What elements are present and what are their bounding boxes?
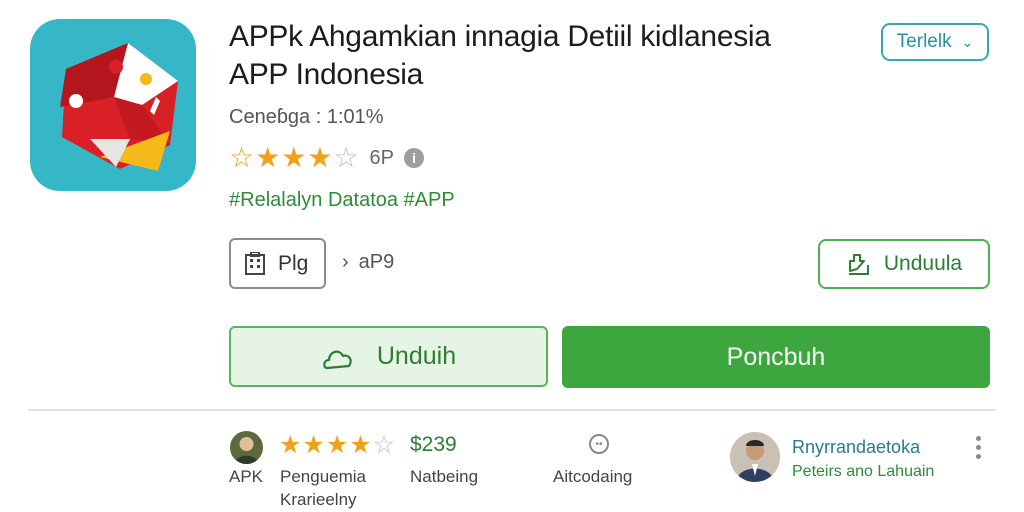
download-icon — [848, 254, 869, 275]
star-icon: ★ — [307, 142, 334, 173]
star-icon: ★ — [325, 431, 350, 459]
package-label: Plg — [278, 251, 309, 275]
app-title-line2: APP Indonesia — [229, 58, 424, 91]
tagline-hashtags[interactable]: #Relalalyn Datatoa #APP — [229, 189, 455, 212]
star-icon: ★ — [279, 431, 303, 459]
primary-action-button[interactable]: Poncbuh — [562, 326, 990, 388]
rating-row: ☆★★★☆ 6P i — [229, 144, 425, 172]
chevron-right-icon: › — [342, 251, 349, 273]
breadcrumb-value: aP9 — [358, 251, 395, 273]
smiley-icon: •• — [589, 434, 609, 454]
avatar[interactable] — [230, 431, 263, 464]
app-logo-icon — [30, 19, 196, 191]
language-select[interactable]: Terlelk ⌄ — [881, 23, 989, 61]
genre-text: Ceneɓga : 1:01% — [229, 106, 384, 128]
category-line2: Krarieelny — [280, 490, 357, 509]
star-icon: ★ — [281, 142, 308, 173]
more-options-icon[interactable] — [970, 436, 986, 459]
app-title: APPk Ahgamkian innagia Detiil kidlanesia… — [229, 18, 869, 94]
download-button-label: Unduih — [376, 342, 457, 370]
info-icon[interactable]: i — [404, 148, 425, 168]
footer-left-label: APK — [229, 467, 264, 486]
extra-label: Aitcodaing — [553, 467, 633, 486]
star-icon: ★ — [349, 431, 373, 459]
developer-subtitle: Peteirs ano Lahuain — [792, 463, 935, 480]
category-line1: Penguemia — [280, 467, 367, 486]
rating-count: 6P — [369, 146, 395, 169]
price-label: $239 — [410, 433, 457, 456]
developer-avatar[interactable] — [730, 432, 780, 482]
download-button[interactable]: Unduih — [229, 326, 548, 387]
package-box[interactable]: Plg — [229, 238, 326, 289]
divider — [28, 409, 996, 411]
app-title-line1: APPk Ahgamkian innagia Detiil kidlanesia — [229, 20, 771, 53]
download-outline-button[interactable]: Unduula — [818, 239, 990, 289]
footer-rating-stars: ★★★★☆ — [279, 430, 396, 460]
download-outline-label: Unduula — [883, 252, 963, 275]
developer-name[interactable]: Rnyrrandaetoka — [792, 437, 920, 458]
cloud-download-icon — [323, 350, 352, 369]
breadcrumb[interactable]: › aP9 — [342, 251, 394, 274]
star-icon: ☆ — [229, 142, 256, 173]
star-icon: ★ — [255, 142, 282, 173]
status-label: Natbeing — [410, 467, 479, 486]
chevron-down-icon: ⌄ — [961, 33, 974, 50]
primary-action-label: Poncbuh — [726, 342, 826, 371]
rating-stars: ☆★★★☆ — [229, 144, 360, 172]
star-empty-icon: ☆ — [333, 142, 360, 173]
star-icon: ★ — [302, 431, 326, 459]
language-select-label: Terlelk — [896, 31, 952, 52]
building-icon — [245, 251, 265, 275]
star-empty-icon: ☆ — [372, 431, 397, 459]
